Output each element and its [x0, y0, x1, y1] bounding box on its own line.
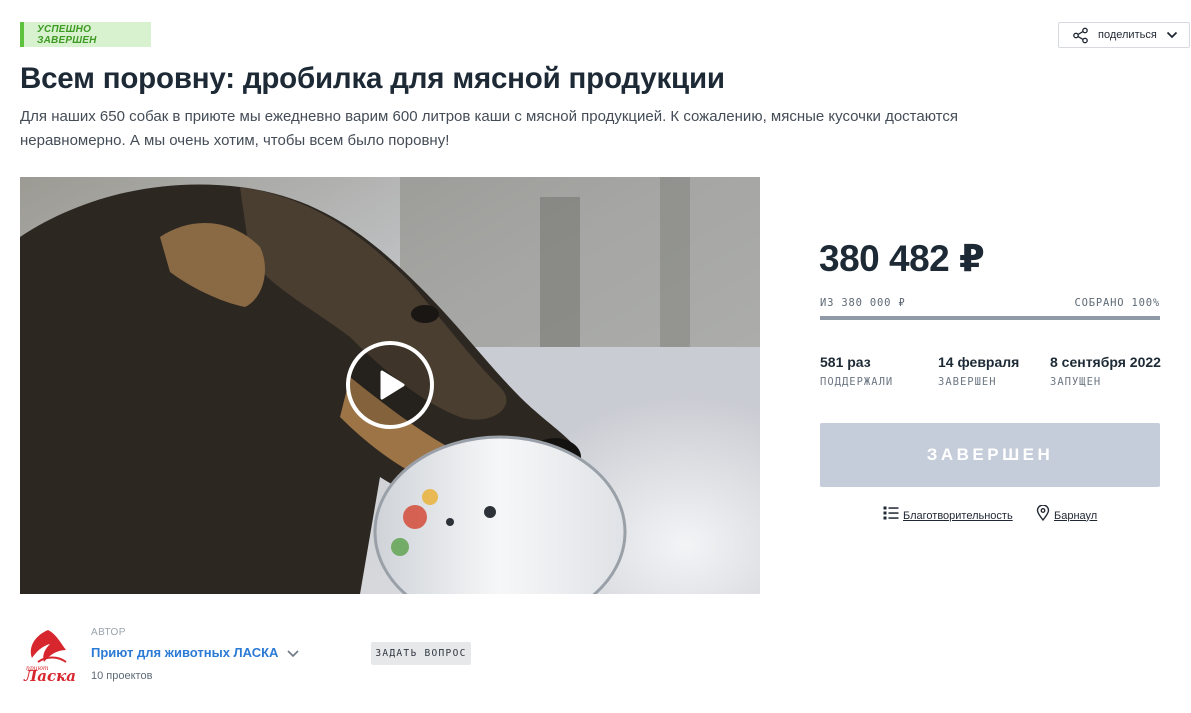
collected-label: СОБРАНО 100%: [1074, 297, 1160, 309]
share-button[interactable]: поделиться: [1058, 22, 1190, 48]
map-pin-icon: [1036, 504, 1050, 526]
chevron-down-icon: [1166, 29, 1178, 41]
goal-label: ИЗ 380 000 ₽: [820, 297, 906, 309]
location-link[interactable]: Барнаул: [1036, 504, 1098, 526]
play-button[interactable]: [346, 341, 434, 429]
location-label: Барнаул: [1054, 509, 1098, 522]
logo-text: Ласка: [23, 667, 76, 685]
page-title: Всем поровну: дробилка для мясной продук…: [20, 62, 725, 95]
chevron-down-icon[interactable]: [286, 646, 300, 660]
project-video[interactable]: [20, 177, 760, 594]
status-badge: УСПЕШНО ЗАВЕРШЕН: [20, 22, 151, 47]
list-icon: [883, 505, 899, 526]
project-description: Для наших 650 собак в приюте мы ежедневн…: [20, 108, 958, 149]
play-icon: [372, 367, 408, 403]
share-icon: [1072, 27, 1089, 44]
stat-started: 8 сентября 2022 ЗАПУЩЕН: [1050, 354, 1161, 388]
stat-finished-value: 14 февраля: [938, 354, 1020, 370]
funding-progress-bar: [820, 316, 1160, 320]
stat-started-label: ЗАПУЩЕН: [1050, 376, 1102, 388]
ask-question-button[interactable]: ЗАДАТЬ ВОПРОС: [371, 642, 471, 665]
finished-button[interactable]: ЗАВЕРШЕН: [820, 423, 1160, 487]
stat-started-value: 8 сентября 2022: [1050, 354, 1161, 370]
funding-progress-fill: [820, 316, 1160, 320]
category-link[interactable]: Благотворительность: [883, 505, 1013, 526]
funded-amount: 380 482 ₽: [819, 238, 985, 279]
author-logo[interactable]: приют Ласка: [20, 626, 77, 686]
author-projects-count: 10 проектов: [91, 670, 153, 682]
author-name-link[interactable]: Приют для животных ЛАСКА: [91, 645, 300, 660]
stat-supporters: 581 раз ПОДДЕРЖАЛИ: [820, 354, 893, 388]
stat-finished-label: ЗАВЕРШЕН: [938, 376, 997, 388]
author-name: Приют для животных ЛАСКА: [91, 645, 279, 660]
category-label: Благотворительность: [903, 509, 1013, 522]
stat-supporters-label: ПОДДЕРЖАЛИ: [820, 376, 894, 388]
stat-finished: 14 февраля ЗАВЕРШЕН: [938, 354, 1019, 388]
author-caption: АВТОР: [91, 627, 126, 638]
status-label: УСПЕШНО ЗАВЕРШЕН: [37, 23, 97, 46]
goal-row: ИЗ 380 000 ₽ СОБРАНО 100%: [820, 297, 1160, 309]
share-label: поделиться: [1098, 29, 1157, 41]
stat-supporters-value: 581 раз: [820, 354, 871, 370]
